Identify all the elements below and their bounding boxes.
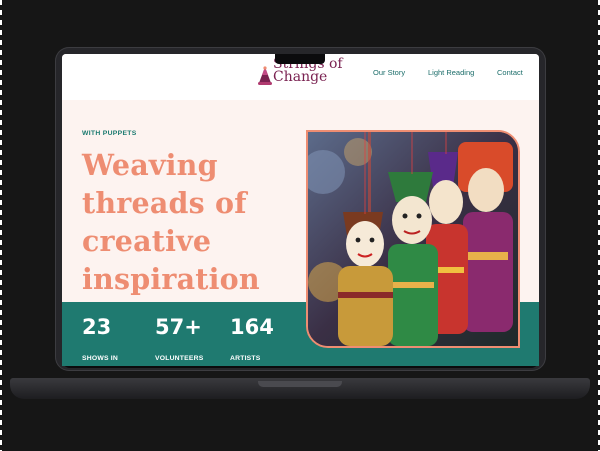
stat-artists-value: 164: [230, 315, 274, 339]
laptop-screen: Strings of Change Our Story Light Readin…: [62, 54, 539, 366]
stat-volunteers-value: 57+: [155, 315, 202, 339]
stat-artists-label: ARTISTS: [230, 355, 261, 362]
hero-title-line-2: threads of: [82, 186, 247, 220]
stat-shows-value: 23: [82, 315, 112, 339]
hero-eyebrow: WITH PUPPETS: [82, 130, 137, 137]
nav-light-reading[interactable]: Light Reading: [428, 68, 474, 77]
brand-line-2: Change: [273, 69, 328, 85]
hero-image: [306, 130, 520, 348]
left-dashed-border: [0, 0, 2, 451]
camera-notch: [275, 54, 325, 64]
laptop-base-groove: [258, 381, 342, 387]
stat-volunteers-label: VOLUNTEERS: [155, 355, 204, 362]
nav-contact[interactable]: Contact: [497, 68, 523, 77]
hero-title: Weaving threads of creative inspiration: [82, 146, 302, 298]
hero-title-line-1: Weaving: [82, 148, 218, 182]
puppets-photo: [308, 132, 518, 346]
hero-title-line-4: inspiration: [82, 262, 260, 296]
stat-shows-label: SHOWS IN: [82, 355, 118, 362]
party-hat-logo-icon: [258, 66, 272, 85]
hero-title-line-3: creative: [82, 224, 212, 258]
nav-our-story[interactable]: Our Story: [373, 68, 405, 77]
